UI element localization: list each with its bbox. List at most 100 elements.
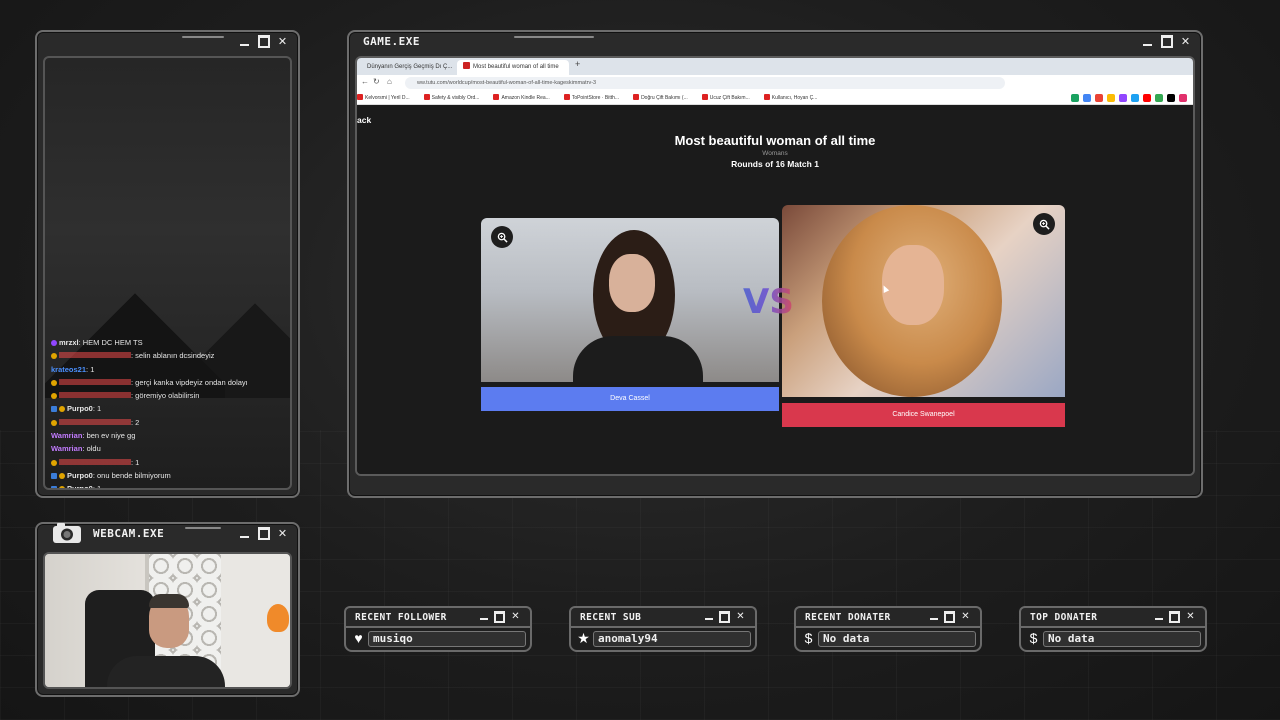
vs-label: VS	[743, 282, 794, 322]
home-icon[interactable]: ⌂	[387, 77, 392, 86]
widget-titlebar[interactable]: RECENT DONATER ✕	[794, 606, 982, 626]
widget-titlebar[interactable]: RECENT SUB ✕	[569, 606, 757, 626]
chat-username[interactable]: mrzxl	[59, 338, 79, 347]
vote-left-button[interactable]: Deva Cassel	[481, 387, 779, 411]
chat-username[interactable]: Purpo0	[67, 484, 93, 488]
chat-username[interactable]: krateos21	[51, 365, 86, 374]
extension-icon[interactable]	[1071, 94, 1079, 102]
candidate-right-image[interactable]	[782, 205, 1065, 397]
minimize-icon[interactable]	[1152, 610, 1165, 623]
maximize-icon[interactable]	[493, 610, 506, 623]
webcam-window-titlebar[interactable]: WEBCAM.EXE ✕	[37, 523, 298, 544]
chat-username[interactable]	[59, 418, 131, 425]
chat-window-titlebar[interactable]: ✕	[37, 32, 298, 52]
reload-icon[interactable]: ↻	[373, 77, 380, 86]
minimize-icon[interactable]	[477, 610, 490, 623]
subscriber-badge-icon	[51, 379, 57, 386]
browser-tab[interactable]: Dünyanın Gerçiş Geçmiş Dı Ç...	[361, 60, 455, 75]
extension-icon[interactable]	[1131, 94, 1139, 102]
chat-username[interactable]: Purpo0	[67, 471, 93, 480]
bookmark-item[interactable]: Kelvorsmi | Yeril D...	[357, 91, 410, 104]
chat-text: : göremiyo olabilirsin	[131, 391, 200, 401]
window-grip[interactable]	[185, 527, 221, 529]
minimize-icon[interactable]	[237, 34, 252, 49]
game-window-titlebar[interactable]: GAME.EXE ✕	[349, 32, 1201, 52]
chat-username[interactable]: Wamrian	[51, 431, 82, 440]
vote-right-button[interactable]: Candice Swanepoel	[782, 403, 1065, 427]
bookmark-item[interactable]: Amazon Kindle Rea...	[493, 91, 549, 104]
chat-text: : ben ev niye gg	[82, 431, 136, 441]
back-arrow-icon[interactable]: ←	[361, 77, 369, 86]
chat-text: : 2	[131, 417, 140, 427]
bookmark-item[interactable]: ToPointStore · Bitth...	[564, 91, 619, 104]
zoom-icon[interactable]	[491, 226, 513, 248]
maximize-icon[interactable]	[1168, 610, 1181, 623]
chat-username[interactable]	[59, 352, 131, 359]
chat-username[interactable]	[59, 378, 131, 385]
extension-icon[interactable]	[1083, 94, 1091, 102]
chat-text: : HEM DC HEM TS	[78, 338, 143, 347]
chat-panel: mrzxl: HEM DC HEM TS : selin ablanın dcsi…	[43, 56, 292, 490]
maximize-icon[interactable]	[1159, 34, 1174, 49]
url-field[interactable]: ww.tutu.com/worldcup/most-beautiful-woma…	[405, 77, 1005, 89]
widget-title: TOP DONATER	[1030, 612, 1098, 623]
bookmark-item[interactable]: Kullanıcı, Hoyan Ç...	[764, 91, 818, 104]
extension-icon[interactable]	[1167, 94, 1175, 102]
widget-body: $ No data	[794, 626, 982, 652]
back-link[interactable]: ack	[357, 115, 371, 125]
extension-icon[interactable]	[1107, 94, 1115, 102]
extension-icon[interactable]	[1155, 94, 1163, 102]
window-grip[interactable]	[182, 36, 224, 38]
minimize-icon[interactable]	[702, 610, 715, 623]
chat-text: : 1	[86, 364, 95, 374]
subscriber-badge-icon	[59, 472, 65, 479]
close-icon[interactable]: ✕	[275, 526, 290, 541]
zoom-icon[interactable]	[1033, 213, 1055, 235]
page-category: Womans	[762, 150, 788, 157]
widget-titlebar[interactable]: RECENT FOLLOWER ✕	[344, 606, 532, 626]
bookmark-item[interactable]: Ucuz Çift Bakım...	[702, 91, 750, 104]
webcam-window-title: WEBCAM.EXE	[93, 527, 165, 540]
close-icon[interactable]: ✕	[734, 610, 747, 623]
candidate-left-image[interactable]	[481, 218, 779, 382]
chat-username[interactable]: Wamrian	[51, 444, 82, 453]
widget-body: ♥ musiqo	[344, 626, 532, 652]
close-icon[interactable]: ✕	[959, 610, 972, 623]
close-icon[interactable]: ✕	[1184, 610, 1197, 623]
close-icon[interactable]: ✕	[275, 34, 290, 49]
prime-badge-icon	[51, 486, 57, 488]
maximize-icon[interactable]	[943, 610, 956, 623]
widget-body: $ No data	[1019, 626, 1207, 652]
window-grip[interactable]	[514, 36, 594, 38]
bookmark-item[interactable]: Doğru Çift Bakımı (...	[633, 91, 688, 104]
maximize-icon[interactable]	[256, 526, 271, 541]
minimize-icon[interactable]	[237, 526, 252, 541]
chat-text: : 1	[92, 484, 102, 490]
maximize-icon[interactable]	[718, 610, 731, 623]
round-label: Rounds of 16 Match 1	[731, 159, 819, 169]
chat-message: Wamrian: ben ev niye gg	[51, 429, 286, 442]
extension-icon[interactable]	[1095, 94, 1103, 102]
extension-icons	[1071, 94, 1187, 102]
heart-icon: ♥	[354, 630, 363, 646]
chat-text: : selin ablanın dcsindeyiz	[131, 351, 215, 361]
extension-icon[interactable]	[1179, 94, 1187, 102]
minimize-icon[interactable]	[1140, 34, 1155, 49]
close-icon[interactable]: ✕	[509, 610, 522, 623]
maximize-icon[interactable]	[256, 34, 271, 49]
chat-username[interactable]: Purpo0	[67, 404, 93, 413]
chat-username[interactable]	[59, 392, 131, 399]
star-icon: ★	[577, 630, 590, 646]
chat-username[interactable]	[59, 458, 131, 465]
extension-icon[interactable]	[1143, 94, 1151, 102]
widget-titlebar[interactable]: TOP DONATER ✕	[1019, 606, 1207, 626]
new-tab-icon[interactable]: +	[575, 59, 580, 69]
close-icon[interactable]: ✕	[1178, 34, 1193, 49]
chat-message: Purpo0: onu bende bilmiyorum	[51, 469, 286, 482]
widget-value: anomaly94	[593, 631, 751, 647]
extension-icon[interactable]	[1119, 94, 1127, 102]
browser-tab-active[interactable]: Most beautiful woman of all time	[457, 60, 569, 75]
minimize-icon[interactable]	[927, 610, 940, 623]
bookmark-item[interactable]: Safety & visibly Ord...	[424, 91, 480, 104]
chat-message: : 1	[51, 456, 286, 469]
